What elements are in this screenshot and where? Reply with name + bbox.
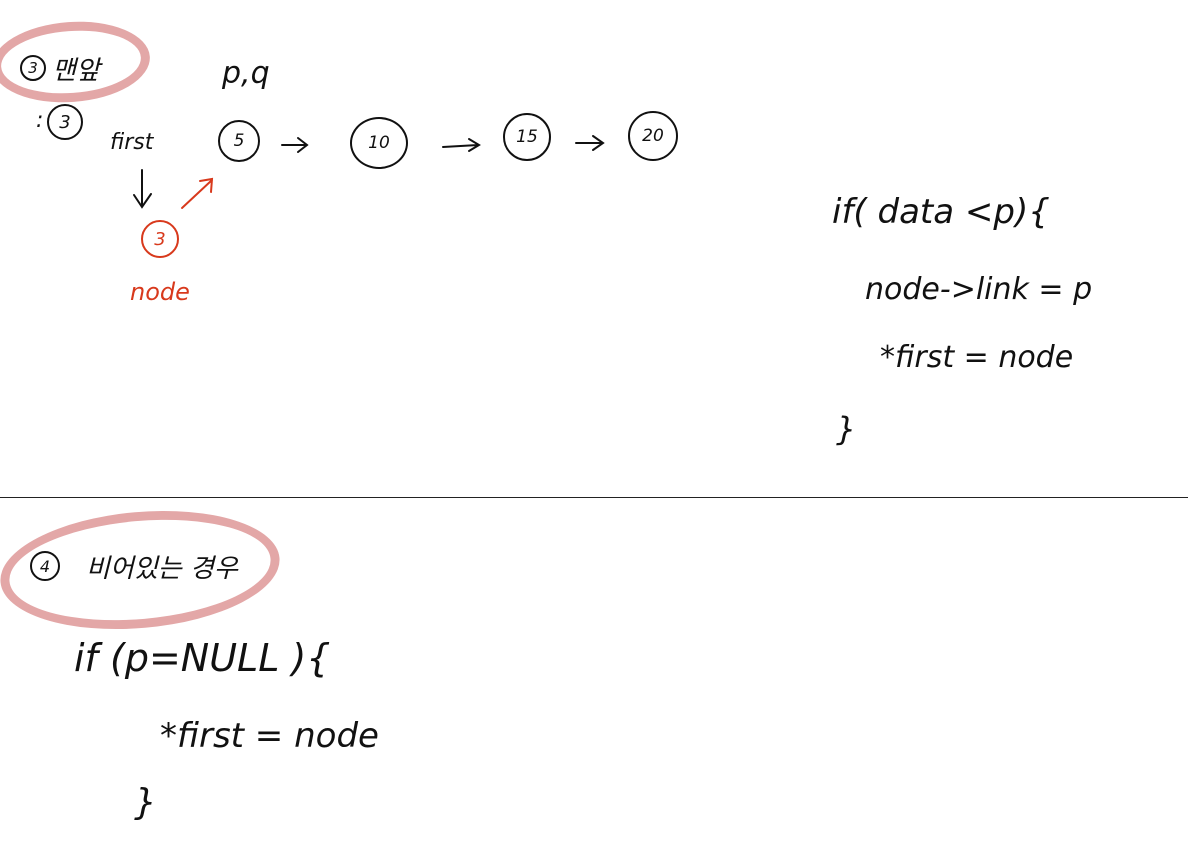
first-label: first xyxy=(110,130,154,155)
colon-value: 3 xyxy=(59,111,71,133)
section3-title: 맨앞 xyxy=(52,56,100,86)
list-node: 15 xyxy=(503,113,551,161)
list-node: 20 xyxy=(628,111,678,161)
colon-label: : xyxy=(36,108,44,133)
section3-number-circle: 3 xyxy=(20,55,46,81)
colon-value-circle: 3 xyxy=(47,104,83,140)
first-down-arrow xyxy=(133,169,152,209)
new-node: 3 xyxy=(141,220,179,258)
code4-line3: } xyxy=(134,782,157,823)
section-divider xyxy=(0,497,1188,498)
list-arrow xyxy=(281,137,309,153)
section4-number: 4 xyxy=(39,556,51,576)
list-node-value: 5 xyxy=(233,131,245,151)
pointer-label: p,q xyxy=(222,56,270,91)
list-node-value: 10 xyxy=(368,133,390,153)
section4-number-circle: 4 xyxy=(30,551,60,581)
node-label: node xyxy=(130,278,190,306)
new-node-value: 3 xyxy=(154,228,166,250)
node-to-head-arrow xyxy=(181,177,214,209)
list-node: 10 xyxy=(350,117,408,169)
code3-line4: } xyxy=(836,410,857,448)
list-node: 5 xyxy=(218,120,260,162)
list-node-value: 15 xyxy=(516,127,538,147)
section4-title: 비어있는 경우 xyxy=(86,554,238,584)
code4-line2: *first = node xyxy=(160,716,379,756)
list-node-value: 20 xyxy=(642,126,664,146)
code3-line1: if( data <p){ xyxy=(832,192,1050,232)
list-arrow xyxy=(575,135,605,151)
code4-line1: if (p=NULL ){ xyxy=(74,636,331,680)
code3-line3: *first = node xyxy=(880,340,1074,375)
section3-number: 3 xyxy=(28,59,38,77)
list-arrow xyxy=(442,138,481,152)
code3-line2: node->link = p xyxy=(865,272,1093,307)
